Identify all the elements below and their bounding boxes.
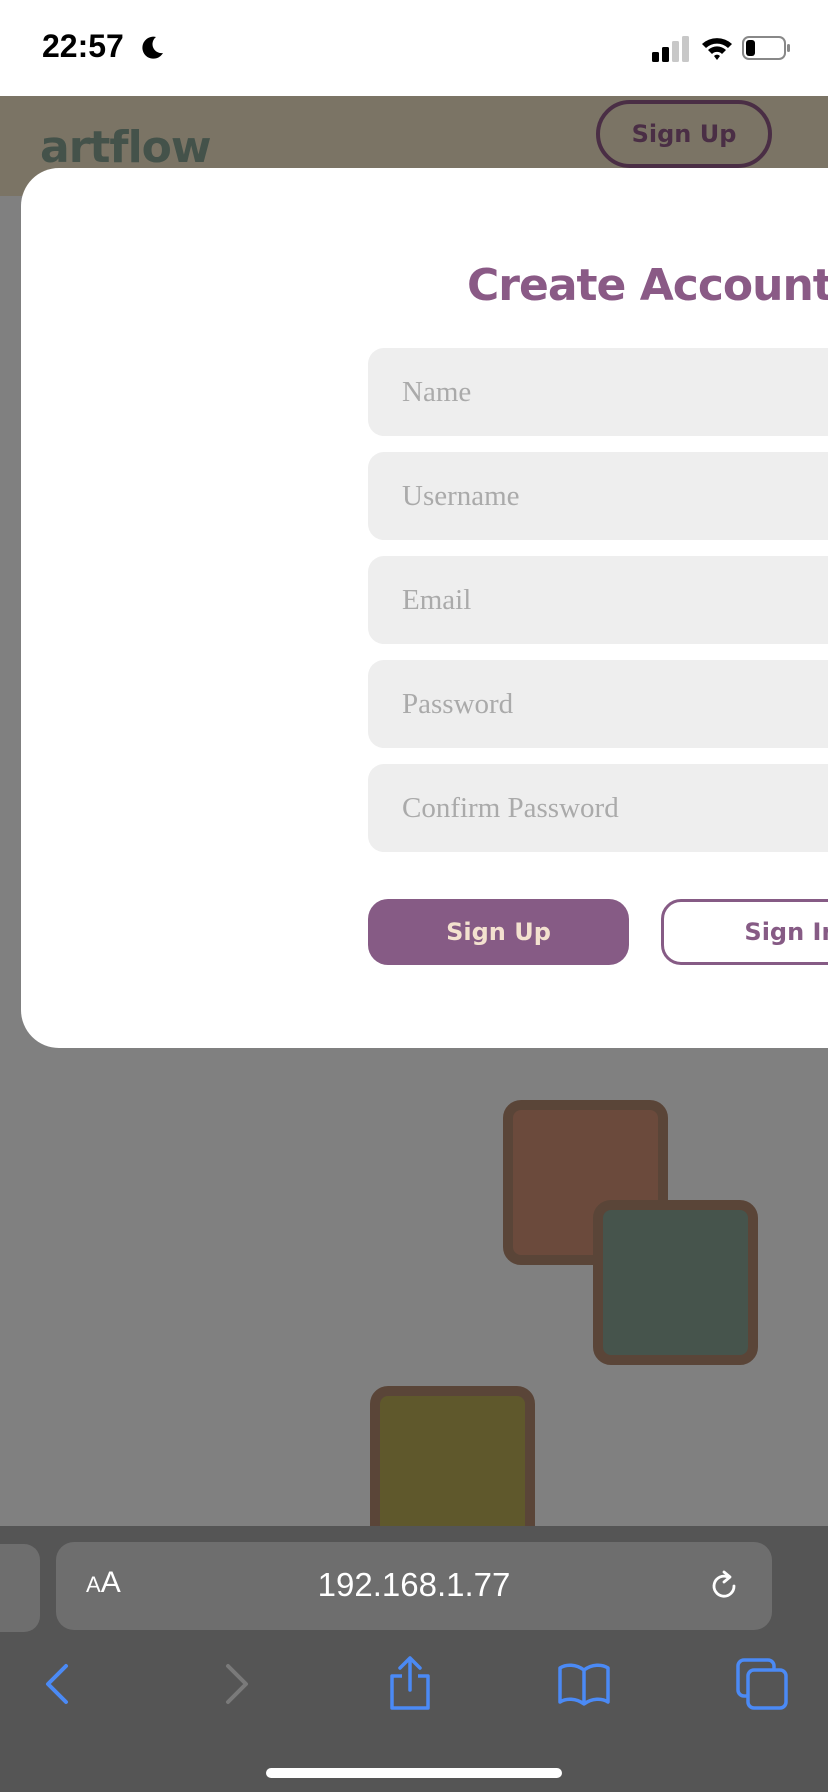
username-field[interactable]: Username — [368, 452, 828, 540]
username-placeholder: Username — [402, 479, 520, 512]
create-account-modal: Create Account Name Username Email Passw… — [21, 168, 828, 1048]
confirm-password-placeholder: Confirm Password — [402, 791, 619, 824]
browser-toolbar — [0, 1632, 828, 1792]
tabs-icon[interactable] — [734, 1656, 790, 1712]
signal-icon — [652, 36, 689, 62]
logo[interactable]: artflow — [40, 122, 212, 173]
home-indicator — [266, 1768, 562, 1778]
email-placeholder: Email — [402, 583, 472, 616]
bookmarks-icon[interactable] — [556, 1656, 612, 1712]
name-field[interactable]: Name — [368, 348, 828, 436]
sign-in-button[interactable]: Sign In — [661, 899, 828, 965]
email-field[interactable]: Email — [368, 556, 828, 644]
previous-tab-preview[interactable] — [0, 1544, 40, 1632]
decorative-tile-green — [593, 1200, 758, 1365]
header-signup-button[interactable]: Sign Up — [596, 100, 772, 168]
modal-title: Create Account — [467, 260, 828, 311]
reload-icon[interactable] — [706, 1568, 742, 1604]
password-placeholder: Password — [402, 687, 514, 720]
back-icon[interactable] — [30, 1656, 86, 1712]
moon-icon — [142, 36, 163, 59]
share-icon[interactable] — [382, 1656, 438, 1712]
status-bar: 22:57 — [0, 0, 828, 96]
confirm-password-field[interactable]: Confirm Password — [368, 764, 828, 852]
status-time: 22:57 — [42, 28, 124, 64]
battery-icon — [742, 36, 790, 60]
forward-icon[interactable] — [208, 1656, 264, 1712]
screen: 22:57 artflow Sign Up Create Account Nam… — [0, 0, 828, 1792]
sign-up-button[interactable]: Sign Up — [368, 899, 629, 965]
name-placeholder: Name — [402, 375, 472, 408]
wifi-icon — [702, 38, 732, 60]
password-field[interactable]: Password — [368, 660, 828, 748]
url-text[interactable]: 192.168.1.77 — [56, 1566, 772, 1604]
browser-address-area: AA 192.168.1.77 — [0, 1526, 828, 1632]
address-bar[interactable]: AA 192.168.1.77 — [56, 1542, 772, 1630]
